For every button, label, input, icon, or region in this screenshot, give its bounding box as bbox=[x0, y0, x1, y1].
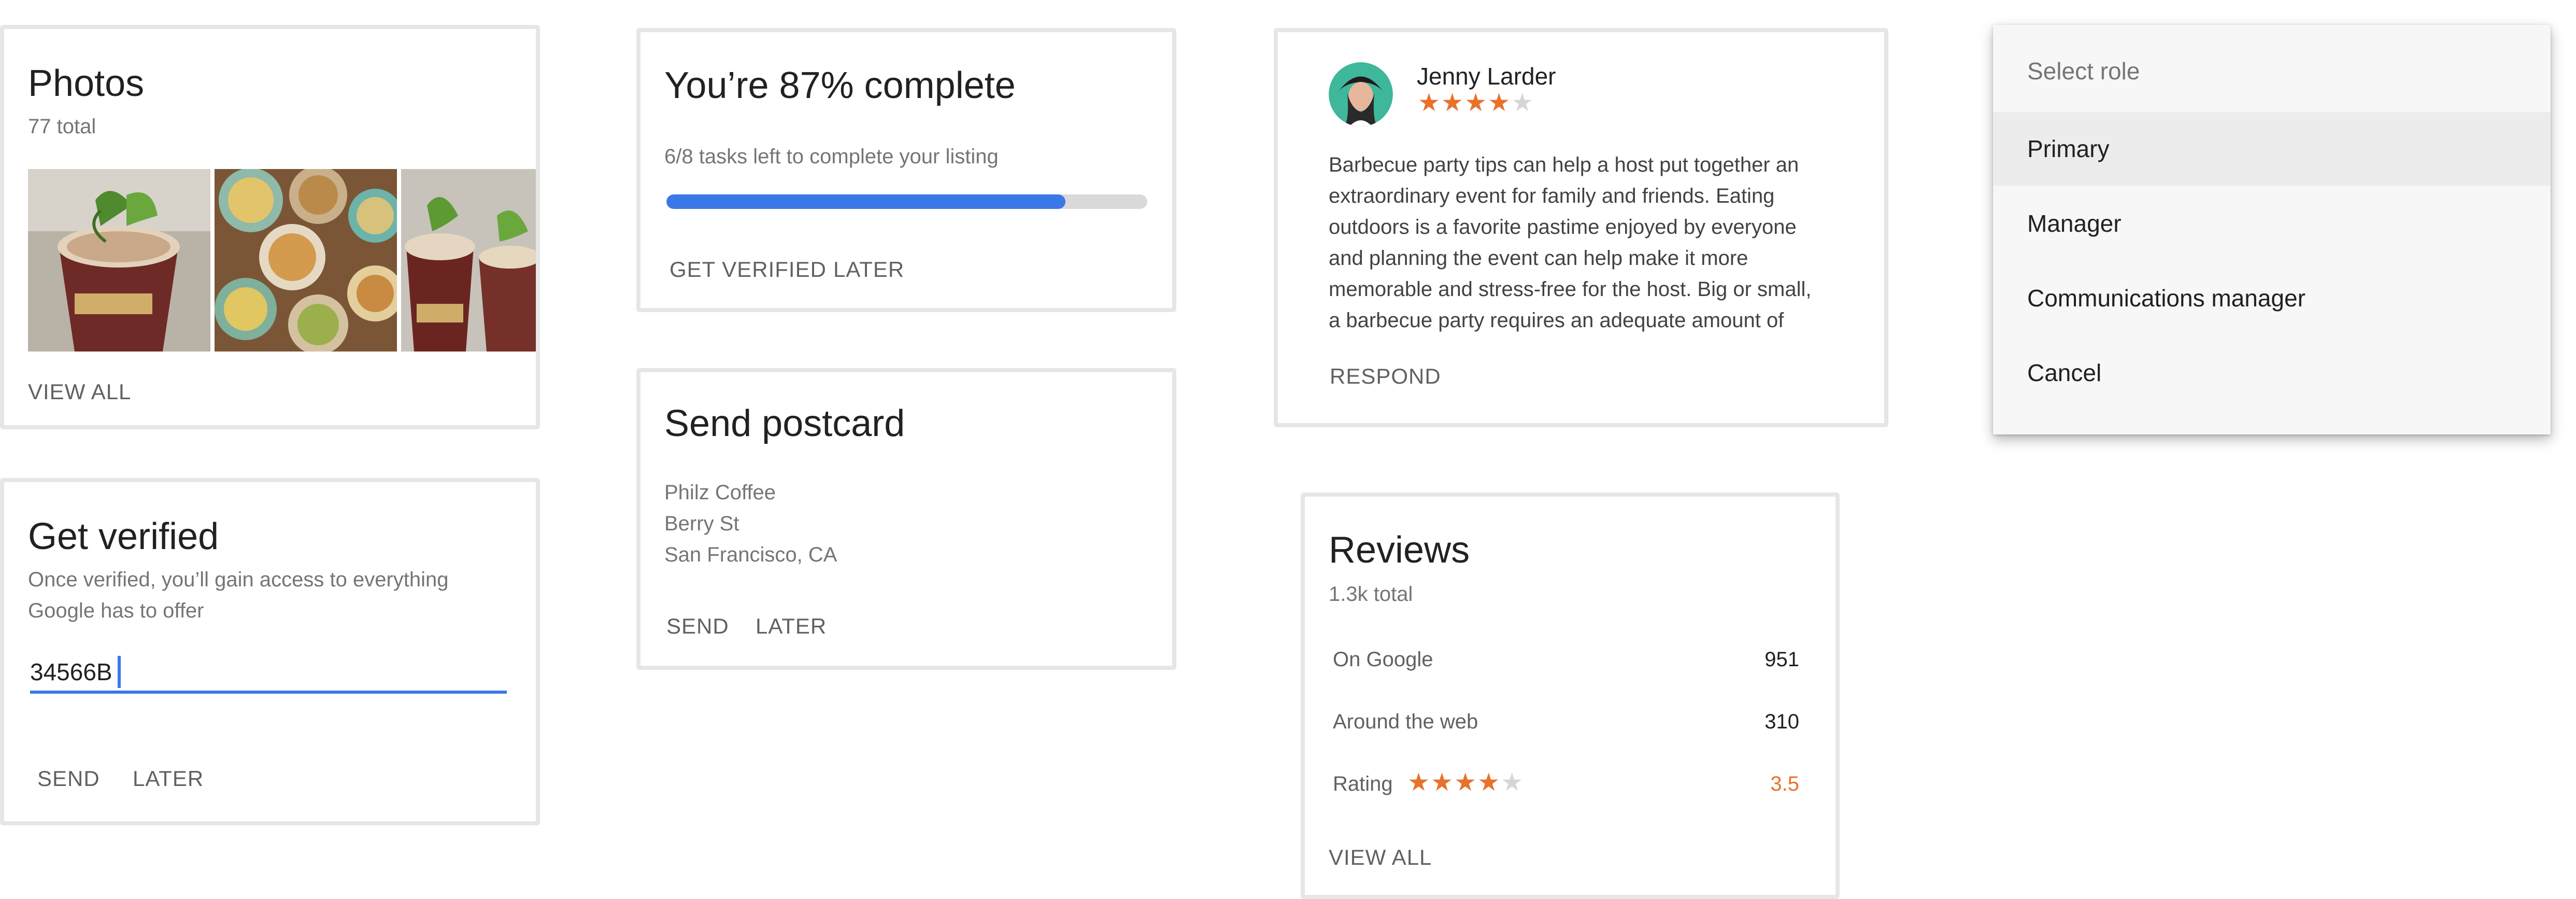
menu-item-communications-manager[interactable]: Communications manager bbox=[1993, 261, 2551, 335]
review-text-line: outdoors is a favorite pastime enjoyed b… bbox=[1329, 216, 1797, 238]
review-text-line: and planning the event can help make it … bbox=[1329, 247, 1748, 270]
send-postcard-card: Send postcard Philz Coffee Berry St San … bbox=[636, 368, 1176, 670]
review-text-line: a barbecue party requires an adequate am… bbox=[1329, 309, 1784, 332]
progress-later-button[interactable]: LATER bbox=[833, 257, 904, 282]
review-text-line: memorable and stress-free for the host. … bbox=[1329, 278, 1812, 301]
progress-title: You’re 87% complete bbox=[664, 65, 1016, 106]
star-filled-icon: ★ bbox=[1488, 89, 1511, 117]
photo-thumbnail-3[interactable] bbox=[401, 169, 536, 352]
star-empty-icon: ★ bbox=[1501, 769, 1524, 796]
iced-coffee-cup-photo bbox=[28, 169, 210, 352]
star-filled-icon: ★ bbox=[1477, 769, 1500, 796]
verify-later-button[interactable]: LATER bbox=[133, 766, 204, 791]
verification-code-value: 34566B bbox=[30, 658, 112, 685]
progress-bar bbox=[666, 194, 1147, 209]
reviews-row-value: 310 bbox=[1764, 710, 1799, 733]
photos-view-all-button[interactable]: VIEW ALL bbox=[28, 380, 131, 404]
menu-title: Select role bbox=[2027, 58, 2140, 85]
reviews-count: 1.3k total bbox=[1329, 583, 1413, 606]
postcard-send-button[interactable]: SEND bbox=[666, 614, 729, 639]
postcard-address-line-1: Philz Coffee bbox=[664, 481, 776, 504]
rating-value: 3.5 bbox=[1770, 772, 1799, 795]
food-bowls-photo bbox=[215, 169, 397, 352]
star-filled-icon: ★ bbox=[1407, 769, 1430, 796]
star-filled-icon: ★ bbox=[1441, 89, 1464, 117]
reviews-row-value: 951 bbox=[1764, 648, 1799, 671]
rating-stars: ★ ★ ★ ★ ★ bbox=[1407, 769, 1523, 796]
photos-card: Photos 77 total VIEW ALL bbox=[0, 25, 540, 429]
star-empty-icon: ★ bbox=[1511, 89, 1534, 117]
reviewer-avatar bbox=[1329, 62, 1393, 127]
menu-item-cancel[interactable]: Cancel bbox=[1993, 336, 2551, 410]
postcard-later-button[interactable]: LATER bbox=[756, 614, 827, 639]
verification-code-input[interactable]: 34566B bbox=[30, 653, 507, 694]
reviews-row-label: Around the web bbox=[1333, 710, 1478, 733]
coffee-cups-photo bbox=[401, 169, 536, 352]
verify-send-button[interactable]: SEND bbox=[37, 766, 100, 791]
reviews-view-all-button[interactable]: VIEW ALL bbox=[1329, 845, 1432, 870]
reviews-card: Reviews 1.3k total On Google 951 Around … bbox=[1301, 493, 1840, 899]
photo-thumbnail-2[interactable] bbox=[215, 169, 397, 352]
star-filled-icon: ★ bbox=[1418, 89, 1441, 117]
rating-label: Rating bbox=[1333, 772, 1393, 795]
star-filled-icon: ★ bbox=[1431, 769, 1454, 796]
reviews-title: Reviews bbox=[1329, 529, 1470, 571]
progress-tasks-text: 6/8 tasks left to complete your listing bbox=[664, 145, 999, 168]
progress-card: You’re 87% complete 6/8 tasks left to co… bbox=[636, 28, 1176, 312]
reviews-row-label: On Google bbox=[1333, 648, 1433, 671]
get-verified-button[interactable]: GET VERIFIED bbox=[670, 257, 827, 282]
star-filled-icon: ★ bbox=[1454, 769, 1477, 796]
text-cursor bbox=[117, 656, 121, 688]
review-text-line: extraordinary event for family and frien… bbox=[1329, 185, 1775, 207]
photos-count: 77 total bbox=[28, 115, 96, 138]
review-card: Jenny Larder ★ ★ ★ ★ ★ Barbecue party tips c… bbox=[1274, 28, 1888, 427]
star-filled-icon: ★ bbox=[1464, 89, 1487, 117]
postcard-address-line-2: Berry St bbox=[664, 512, 739, 535]
postcard-address-line-3: San Francisco, CA bbox=[664, 543, 837, 566]
respond-button[interactable]: RESPOND bbox=[1330, 364, 1441, 389]
select-role-menu: Select role Primary Manager Communicatio… bbox=[1993, 25, 2551, 434]
verify-title: Get verified bbox=[28, 516, 219, 557]
photo-thumbnail-1[interactable] bbox=[28, 169, 210, 352]
reviewer-name: Jenny Larder bbox=[1417, 63, 1556, 90]
verify-description-line-2: Google has to offer bbox=[28, 599, 204, 622]
verify-description-line-1: Once verified, you’ll gain access to eve… bbox=[28, 568, 449, 591]
progress-bar-fill bbox=[666, 194, 1066, 209]
get-verified-card: Get verified Once verified, you’ll gain … bbox=[0, 478, 540, 825]
menu-item-primary[interactable]: Primary bbox=[1993, 112, 2551, 186]
photos-title: Photos bbox=[28, 63, 145, 104]
review-text: Barbecue party tips can help a host put … bbox=[1329, 149, 1811, 336]
review-rating-stars: ★ ★ ★ ★ ★ bbox=[1418, 90, 1533, 116]
user-avatar-icon bbox=[1329, 62, 1393, 127]
postcard-title: Send postcard bbox=[664, 403, 905, 444]
menu-item-manager[interactable]: Manager bbox=[1993, 187, 2551, 260]
review-text-line: Barbecue party tips can help a host put … bbox=[1329, 153, 1799, 176]
